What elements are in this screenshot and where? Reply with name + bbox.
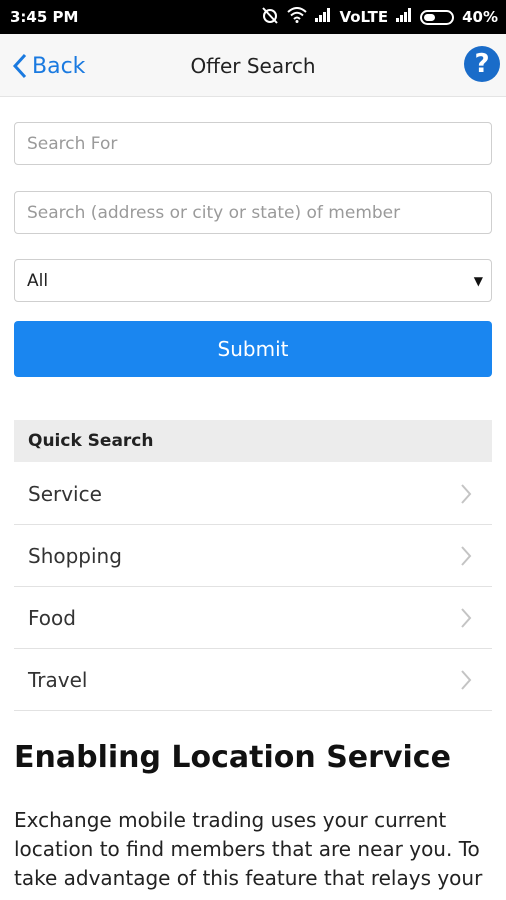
dropdown-arrow-icon: ▼ xyxy=(473,273,483,288)
quick-search-item-label: Shopping xyxy=(28,543,122,568)
quick-search-item-service[interactable]: Service xyxy=(14,463,492,525)
quick-search-item-shopping[interactable]: Shopping xyxy=(14,525,492,587)
category-selected-value: All xyxy=(27,270,49,291)
category-select[interactable]: All ▼ xyxy=(14,259,492,302)
quick-search-header: Quick Search xyxy=(14,420,492,462)
location-search-input[interactable] xyxy=(14,191,492,234)
quick-search-item-label: Service xyxy=(28,481,102,506)
signal-icon xyxy=(315,8,331,26)
location-service-heading: Enabling Location Service xyxy=(14,740,451,775)
submit-button[interactable]: Submit xyxy=(14,321,492,377)
chevron-right-icon xyxy=(461,484,472,504)
battery-level: 40% xyxy=(462,8,498,26)
page-title: Offer Search xyxy=(190,54,316,78)
location-service-text: Exchange mobile trading uses your curren… xyxy=(14,808,483,890)
chevron-right-icon xyxy=(461,546,472,566)
wifi-icon xyxy=(287,7,308,27)
quick-search-item-food[interactable]: Food xyxy=(14,587,492,649)
status-time: 3:45 PM xyxy=(10,8,79,26)
quick-search-item-label: Travel xyxy=(28,667,88,692)
alarm-off-icon xyxy=(261,6,279,28)
nav-bar: Back Offer Search ? xyxy=(0,34,506,97)
status-bar: 3:45 PM VoLTE 40% xyxy=(0,0,506,34)
search-for-input[interactable] xyxy=(14,122,492,165)
chevron-right-icon xyxy=(461,670,472,690)
battery-icon xyxy=(420,9,455,25)
network-label: VoLTE xyxy=(339,8,389,26)
signal-icon-2 xyxy=(396,8,412,26)
help-icon[interactable]: ? xyxy=(464,46,500,82)
status-icons: VoLTE 40% xyxy=(261,6,498,28)
quick-search-item-travel[interactable]: Travel xyxy=(14,649,492,711)
chevron-right-icon xyxy=(461,608,472,628)
quick-search-item-label: Food xyxy=(28,605,76,630)
